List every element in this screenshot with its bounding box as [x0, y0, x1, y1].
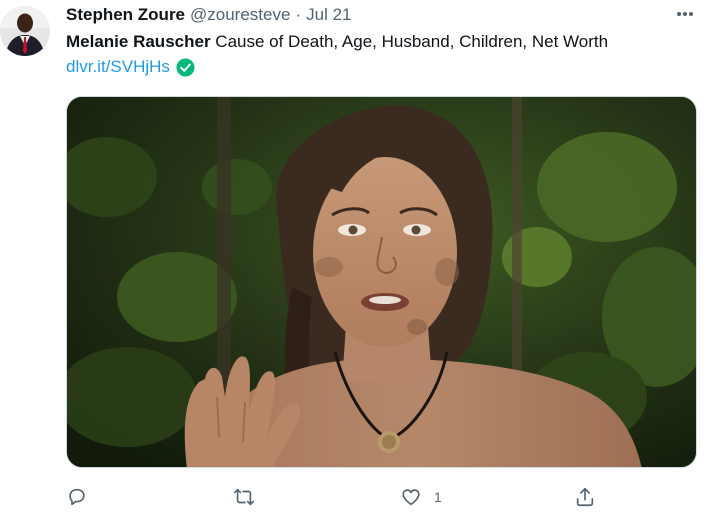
- avatar[interactable]: [0, 6, 50, 56]
- tweet-actions: 1: [66, 484, 606, 510]
- tweet-link-row: dlvr.it/SVHjHs: [66, 56, 195, 78]
- tweet-text-rest: Cause of Death, Age, Husband, Children, …: [210, 32, 609, 51]
- tweet[interactable]: Stephen Zoure @zouresteve · Jul 21 Melan…: [0, 0, 717, 517]
- media-photo: [67, 97, 696, 467]
- author-handle[interactable]: @zouresteve: [190, 5, 290, 25]
- tweet-date[interactable]: Jul 21: [306, 5, 351, 25]
- tweet-link[interactable]: dlvr.it/SVHjHs: [66, 56, 170, 78]
- reply-icon: [69, 488, 85, 506]
- avatar-image: [0, 6, 50, 56]
- like-button[interactable]: 1: [400, 484, 442, 510]
- heart-icon: [402, 489, 420, 506]
- like-count: 1: [434, 489, 442, 505]
- author-name[interactable]: Stephen Zoure: [66, 5, 185, 25]
- tweet-media-image[interactable]: [66, 96, 697, 468]
- more-options-button[interactable]: [673, 4, 697, 24]
- check-circle-icon: [176, 58, 195, 77]
- share-icon: [576, 487, 594, 507]
- tweet-header: Stephen Zoure @zouresteve · Jul 21: [66, 4, 351, 26]
- tweet-text: Melanie Rauscher Cause of Death, Age, Hu…: [66, 31, 608, 53]
- retweet-button[interactable]: [232, 484, 256, 510]
- reply-button[interactable]: [66, 484, 88, 510]
- share-button[interactable]: [574, 484, 596, 510]
- header-separator: ·: [295, 5, 302, 24]
- retweet-icon: [234, 488, 254, 506]
- tweet-text-bold: Melanie Rauscher: [66, 32, 211, 51]
- more-dots-icon: [677, 12, 693, 16]
